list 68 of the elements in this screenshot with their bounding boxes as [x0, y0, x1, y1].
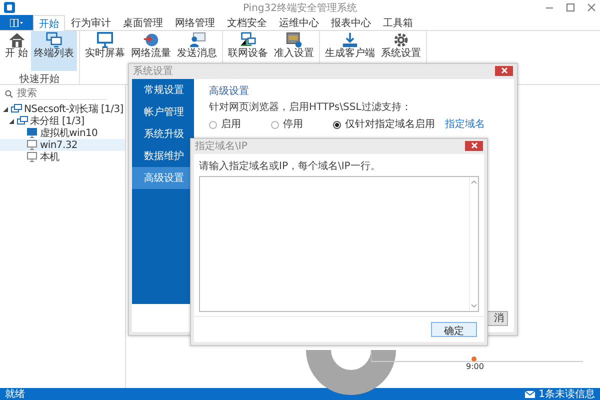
menu-tab[interactable]: 开始	[33, 15, 65, 31]
radio-label[interactable]: 启用	[221, 119, 241, 131]
window-title: Ping32终端安全管理系统	[243, 2, 357, 14]
close-button[interactable]	[465, 140, 483, 150]
close-button[interactable]	[495, 66, 513, 76]
axis-label: 9:00	[466, 362, 484, 371]
maximize-icon[interactable]	[566, 3, 575, 12]
radio-button[interactable]	[333, 121, 341, 129]
menu-icon	[10, 18, 24, 26]
specify-domain-link[interactable]: 指定域名	[445, 119, 485, 131]
expanded-icon[interactable]	[3, 106, 8, 112]
mail-icon[interactable]	[524, 390, 535, 398]
tree-item[interactable]: 本机	[0, 151, 125, 163]
menu-tab[interactable]: 报表中心	[325, 15, 377, 30]
scroll-up-icon[interactable]	[471, 180, 477, 184]
ok-button[interactable]: 确定	[431, 322, 477, 337]
nav-item[interactable]: 常规设置	[132, 79, 194, 101]
scroll-down-icon[interactable]	[471, 304, 477, 308]
ribbon-button[interactable]: 系统设置	[378, 31, 424, 71]
monitors-icon	[45, 32, 64, 48]
message-icon	[188, 32, 206, 48]
download-icon	[341, 32, 360, 48]
unread-messages-link[interactable]: 1条未读信息	[538, 387, 595, 400]
ribbon-button[interactable]: 生成客户端	[322, 31, 378, 71]
ribbon-button[interactable]: 实时屏幕	[82, 31, 128, 71]
tree-item[interactable]: win7.32	[0, 139, 125, 151]
radio-button[interactable]	[209, 121, 217, 129]
tree-item[interactable]: NSecsoft-刘长瑞 [1/3]	[0, 103, 125, 115]
menu-tab[interactable]: 工具箱	[377, 15, 419, 30]
close-icon	[500, 67, 508, 74]
radio-button[interactable]	[271, 121, 279, 129]
https-filter-label: 针对网页浏览器，启用HTTPs\SSL过滤支持：	[209, 102, 412, 114]
search-field[interactable]: 搜索	[17, 88, 107, 100]
network-device-icon	[239, 32, 258, 48]
monitor-icon	[96, 32, 114, 48]
ribbon-button[interactable]: 终端列表	[31, 31, 78, 71]
nav-item[interactable]: 数据维护	[132, 145, 194, 167]
section-title: 高级设置	[209, 86, 250, 98]
home-icon	[8, 32, 26, 48]
group-label: 快速开始	[20, 72, 60, 86]
admission-icon	[285, 32, 304, 48]
instruction-text: 请输入指定域名或IP，每个域名\IP一行。	[199, 160, 382, 173]
dialog-title: 指定域名\IP	[195, 140, 248, 152]
menu-tab[interactable]: 网络管理	[169, 15, 221, 30]
domain-input-field[interactable]	[199, 176, 479, 312]
app-menu-button[interactable]	[0, 15, 33, 30]
close-icon	[470, 142, 478, 149]
menu-tab[interactable]: 文档安全	[221, 15, 273, 30]
radio-label[interactable]: 仅针对指定域名启用	[345, 119, 435, 131]
ribbon-button[interactable]: 开 始	[2, 31, 32, 71]
radio-label[interactable]: 停用	[283, 119, 303, 131]
expanded-icon[interactable]	[9, 118, 14, 124]
computer-group-icon	[17, 116, 28, 126]
nav-item[interactable]: 系统升级	[132, 123, 194, 145]
menu-tab[interactable]: 桌面管理	[117, 15, 169, 30]
gear-icon	[392, 32, 410, 48]
menu-tab[interactable]: 运维中心	[273, 15, 325, 30]
menu-tab[interactable]: 行为审计	[65, 15, 117, 30]
computer-group-icon	[11, 104, 22, 114]
dialog-title: 系统设置	[133, 64, 173, 78]
close-icon[interactable]	[587, 3, 596, 12]
search-icon	[5, 90, 13, 98]
nav-item[interactable]: 帐户管理	[132, 101, 194, 123]
tree-item[interactable]: 虚拟机win10	[0, 127, 125, 139]
ribbon-button[interactable]: 联网设备	[225, 31, 272, 71]
tree-item[interactable]: 未分组 [1/3]	[0, 115, 125, 127]
network-traffic-icon	[142, 32, 160, 48]
status-text: 就绪	[5, 388, 25, 400]
